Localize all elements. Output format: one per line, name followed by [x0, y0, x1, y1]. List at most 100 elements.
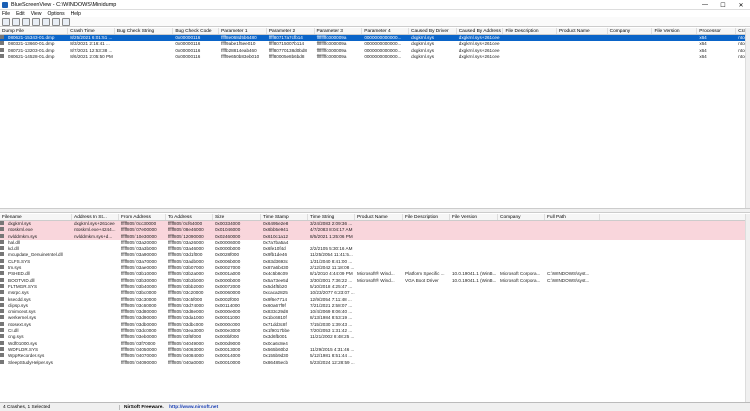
pane-splitter[interactable]	[0, 208, 750, 213]
crash-cell	[608, 54, 653, 60]
driver-vertical-scrollbar[interactable]	[745, 214, 750, 402]
driver-file-icon	[0, 277, 4, 282]
driver-column-header[interactable]: Full Path	[545, 214, 600, 220]
crash-column-header[interactable]: Parameter 1	[219, 28, 267, 34]
driver-column-header[interactable]: Company	[498, 214, 545, 220]
crash-cell	[115, 54, 173, 60]
toolbar	[0, 17, 750, 27]
status-brand: NirSoft Freeware.	[124, 404, 164, 410]
driver-cell	[498, 360, 545, 366]
dump-file-icon	[0, 35, 4, 39]
driver-cell	[72, 360, 119, 366]
driver-file-icon	[0, 309, 4, 314]
exit-icon[interactable]	[62, 17, 70, 26]
driver-column-header[interactable]: File Version	[450, 214, 498, 220]
crash-header-row: Dump File Crash Time Bug Check String Bug C…	[0, 28, 750, 35]
properties-icon[interactable]	[32, 17, 40, 26]
driver-cell: 0x86485ecb	[263, 359, 289, 365]
crash-column-header[interactable]: Parameter 4	[362, 28, 409, 34]
find-icon[interactable]	[52, 17, 60, 26]
driver-cell: SleepStudyHelper.sys	[8, 359, 53, 365]
menu-file[interactable]: File	[2, 11, 10, 17]
crash-cell: 8/6/2021 2:05:50 PM	[70, 53, 113, 59]
crash-column-header[interactable]: Dump File	[0, 28, 69, 34]
driver-cell	[403, 360, 450, 366]
driver-file-icon	[0, 246, 4, 251]
crash-column-header[interactable]: Crash Time	[68, 28, 115, 34]
driver-cell	[450, 360, 498, 366]
refresh-icon[interactable]	[12, 17, 20, 26]
driver-column-header[interactable]: Time String	[308, 214, 355, 220]
crash-column-header[interactable]: Bug Check String	[115, 28, 174, 34]
menu-bar: File Edit View Options Help	[0, 10, 750, 17]
html-report-icon[interactable]	[42, 17, 50, 26]
crash-vertical-scrollbar[interactable]	[745, 28, 750, 208]
driver-column-header[interactable]: To Address	[166, 214, 213, 220]
driver-file-icon	[0, 221, 4, 225]
driver-list-pane: Filename Address In St... From Address To A…	[0, 214, 750, 402]
nirsoft-link[interactable]: http://www.nirsoft.net	[169, 405, 218, 410]
driver-column-header[interactable]: Address In St...	[72, 214, 119, 220]
dump-file-icon	[0, 41, 4, 46]
driver-cell	[355, 360, 403, 366]
minimize-button[interactable]: —	[696, 0, 714, 10]
crash-column-header[interactable]: Caused By Address	[457, 28, 504, 34]
crash-cell	[653, 54, 698, 60]
driver-file-icon	[0, 334, 4, 339]
dump-file-icon	[0, 47, 4, 52]
maximize-button[interactable]: ☐	[714, 0, 732, 10]
crash-cell: 0000000000000...	[364, 53, 402, 59]
driver-column-header[interactable]: Size	[213, 214, 261, 220]
crash-cell: 080621-14528-01.dmp	[7, 53, 55, 59]
crash-column-header[interactable]: File Description	[503, 28, 558, 34]
crash-cell: ffff9e650b83eb010	[221, 53, 260, 59]
driver-header-row: Filename Address In St... From Address To A…	[0, 214, 750, 221]
status-credits: NirSoft Freeware. http://www.nirsoft.net	[120, 405, 218, 410]
driver-file-icon	[0, 359, 4, 364]
crash-column-header[interactable]: Product Name	[557, 28, 608, 34]
save-icon[interactable]	[2, 17, 10, 26]
crash-cell: ffffffffc000009a	[316, 53, 347, 59]
crash-row[interactable]: 080621-14528-01.dmp 8/6/2021 2:05:50 PM 0x…	[0, 53, 750, 60]
crash-column-header[interactable]: File Version	[652, 28, 698, 34]
crash-column-header[interactable]: Processor	[697, 28, 737, 34]
driver-file-icon	[0, 233, 4, 238]
driver-cell: fffff805`040a0000	[168, 359, 204, 365]
crash-column-header[interactable]: Bug Check Code	[173, 28, 220, 34]
crash-column-header[interactable]: Company	[608, 28, 653, 34]
driver-row[interactable]: SleepStudyHelper.sys fffff805`04090000 fff…	[0, 359, 750, 366]
driver-file-icon	[0, 239, 4, 244]
driver-file-icon	[0, 353, 4, 358]
crash-cell	[557, 54, 608, 60]
driver-file-icon	[0, 227, 4, 232]
crash-cell: 0x00000116	[175, 53, 201, 59]
driver-column-header[interactable]: Time Stamp	[261, 214, 308, 220]
driver-column-header[interactable]: From Address	[119, 214, 166, 220]
driver-cell	[545, 360, 600, 366]
driver-cell: fffff805`04090000	[121, 359, 157, 365]
menu-help[interactable]: Help	[71, 11, 81, 17]
driver-file-icon	[0, 346, 4, 351]
status-crash-count: 4 Crashes, 1 Selected	[0, 404, 120, 410]
crash-list-pane: Dump File Crash Time Bug Check String Bug C…	[0, 28, 750, 208]
crash-column-header[interactable]: Parameter 2	[267, 28, 315, 34]
driver-file-icon	[0, 315, 4, 320]
driver-column-header[interactable]: Product Name	[355, 214, 403, 220]
bluescreenview-window: BlueScreenView - C:\WINDOWS\Minidump — ☐…	[0, 0, 750, 411]
driver-file-icon	[0, 258, 4, 263]
driver-file-icon	[0, 296, 4, 301]
driver-file-icon	[0, 302, 4, 307]
crash-column-header[interactable]: Caused By Driver	[409, 28, 457, 34]
menu-options[interactable]: Options	[47, 11, 64, 17]
crash-column-header[interactable]: Parameter 3	[315, 28, 363, 34]
driver-file-icon	[0, 271, 4, 276]
copy-icon[interactable]	[22, 17, 30, 26]
status-bar: 4 Crashes, 1 Selected NirSoft Freeware. …	[0, 402, 750, 411]
driver-column-header[interactable]: File Description	[403, 214, 450, 220]
driver-column-header[interactable]: Filename	[0, 214, 72, 220]
menu-view[interactable]: View	[31, 11, 42, 17]
crash-cell	[504, 54, 558, 60]
title-bar: BlueScreenView - C:\WINDOWS\Minidump — ☐…	[0, 0, 750, 10]
close-button[interactable]: ✕	[732, 0, 750, 10]
menu-edit[interactable]: Edit	[16, 11, 25, 17]
